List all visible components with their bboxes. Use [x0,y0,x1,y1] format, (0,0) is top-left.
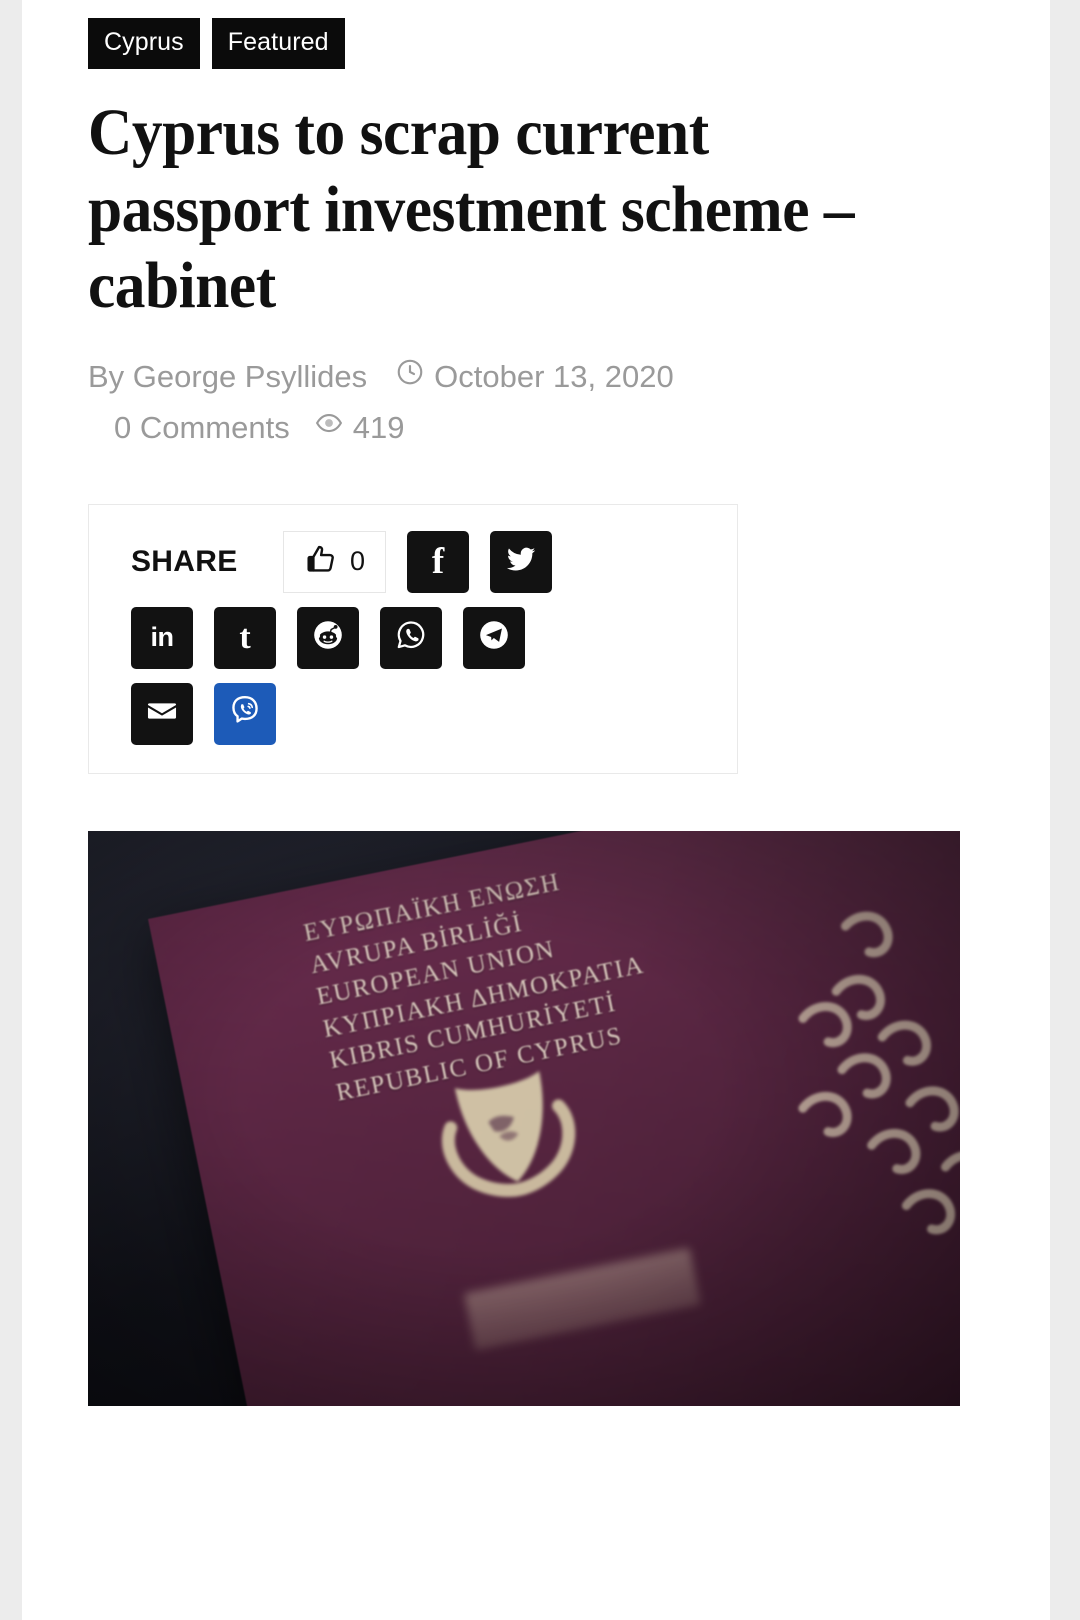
meta-row-comments-views: 0 Comments 419 [88,402,988,453]
tumblr-icon: t [239,618,251,656]
envelope-icon [145,694,179,733]
whatsapp-icon [394,618,428,657]
category-badge-featured[interactable]: Featured [211,18,345,69]
like-button[interactable]: 0 [283,530,386,593]
category-badges: Cyprus Featured [22,0,1050,69]
content-column: Cyprus Featured Cyprus to scrap current … [22,0,1050,1620]
linkedin-icon: in [150,622,175,653]
twitter-bird-icon [504,542,538,581]
like-count: 0 [349,546,366,577]
article-views-count: 419 [352,410,405,446]
share-button-email[interactable] [131,682,193,745]
featured-image: ΕΥΡΩΠΑΪΚΗ ΕΝΩΣΗ AVRUPA BİRLİĞİ EUROPEAN … [88,830,960,1406]
share-button-linkedin[interactable]: in [131,606,193,669]
article-comments[interactable]: 0 Comments [114,402,290,453]
share-button-telegram[interactable] [463,606,525,669]
share-button-reddit[interactable] [297,606,359,669]
article-page: Cyprus Featured Cyprus to scrap current … [0,0,1080,1620]
telegram-icon [476,617,512,658]
meta-row-author-date: By George Psyllides October 13, 2020 [88,351,988,402]
article-date: October 13, 2020 [434,358,674,394]
share-button-tumblr[interactable]: t [214,606,276,669]
share-row-primary: SHARE 0 f [89,530,737,593]
cyprus-passport: ΕΥΡΩΠΑΪΚΗ ΕΝΩΣΗ AVRUPA BİRLİĞİ EUROPEAN … [148,830,960,1406]
share-label: SHARE [131,544,238,578]
article-author[interactable]: By George Psyllides [88,351,367,402]
article-views-group: 419 [314,402,405,453]
share-row-secondary: in t [89,606,737,669]
article-headline: Cyprus to scrap current passport investm… [88,96,855,323]
article-date-group: October 13, 2020 [395,351,674,402]
clock-icon [395,351,425,402]
share-row-tertiary [89,682,737,745]
article-meta: By George Psyllides October 13, 2020 0 C… [88,351,988,454]
share-button-whatsapp[interactable] [380,606,442,669]
facebook-icon: f [431,541,445,583]
thumbs-up-icon [304,542,338,581]
share-button-viber[interactable] [214,682,276,745]
share-box: SHARE 0 f in t [88,503,738,774]
eye-icon [314,402,344,453]
share-button-facebook[interactable]: f [407,530,469,593]
viber-icon [226,692,264,735]
category-badge-cyprus[interactable]: Cyprus [88,18,200,69]
reddit-alien-icon [310,617,346,658]
share-button-twitter[interactable] [490,530,552,593]
